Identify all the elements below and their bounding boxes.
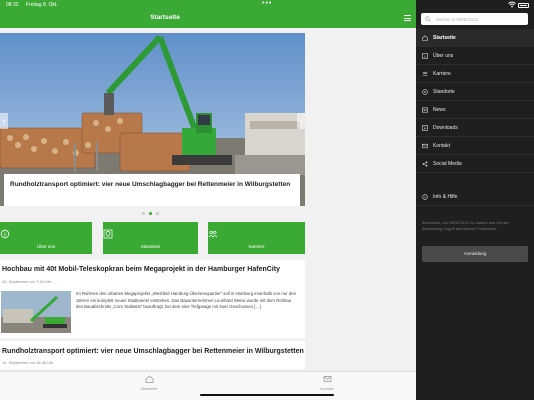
menu-item-label: News [433, 107, 446, 113]
battery-icon [518, 3, 529, 8]
location-icon [103, 229, 113, 239]
info-icon [422, 53, 428, 59]
login-button[interactable]: Anmeldung [422, 246, 528, 262]
menu-item-startseite[interactable]: Startseite [416, 29, 534, 47]
menu-item-kontakt[interactable]: Kontakt [416, 137, 534, 155]
menu-item-label: Standorte [433, 89, 455, 95]
carousel-pagination [142, 212, 164, 216]
menu-item-label: Social Media [433, 161, 462, 167]
news-article[interactable]: Hochbau mit 40t Mobil-Teleskopkran beim … [0, 260, 305, 338]
menu-item-downloads[interactable]: Downloads [416, 119, 534, 137]
menu-item-label: Startseite [433, 35, 456, 41]
carousel-prev-arrow[interactable]: ‹ [0, 113, 8, 129]
people-icon [208, 230, 218, 238]
hero-caption[interactable]: Rundholztransport optimiert: vier neue U… [4, 174, 300, 206]
search-icon [425, 16, 431, 22]
info-icon [0, 229, 10, 239]
home-icon [422, 35, 428, 41]
menu-item-news[interactable]: News [416, 101, 534, 119]
search-placeholder: Suchen in SENCOCO [436, 17, 479, 22]
side-menu: Suchen in SENCOCO Startseite Über uns Ka… [416, 0, 534, 400]
social-icon [422, 161, 428, 167]
tab-label: Kontakt [320, 386, 334, 391]
carousel-dot[interactable] [142, 212, 145, 215]
home-icon [145, 375, 153, 383]
article-title[interactable]: Rundholztransport optimiert: vier neue U… [2, 348, 304, 355]
page-title: Startseite [150, 14, 180, 21]
menu-item-social-media[interactable]: Social Media [416, 155, 534, 173]
main-content: Startseite ‹ › Rundholztransport optimie… [0, 0, 416, 400]
download-icon [422, 125, 428, 131]
carousel-next-arrow[interactable]: › [297, 113, 305, 129]
status-time: 08:32 [6, 2, 19, 8]
news-article[interactable]: Rundholztransport optimiert: vier neue U… [0, 341, 305, 369]
quick-link-ueber-uns[interactable]: Über uns [0, 222, 92, 254]
status-date: Freitag 8. Okt. [26, 2, 58, 8]
menu-item-label: Kontakt [433, 143, 450, 149]
home-indicator[interactable] [200, 394, 334, 396]
carousel-dot[interactable] [149, 212, 152, 215]
menu-item-label: Karriere [433, 71, 451, 77]
menu-item-label: Info & Hilfe [433, 194, 458, 200]
wifi-icon [508, 1, 516, 8]
search-input[interactable]: Suchen in SENCOCO [421, 13, 528, 25]
article-date: 14. September um 16:48 Uhr [2, 360, 54, 365]
mail-icon [323, 376, 331, 382]
article-title[interactable]: Hochbau mit 40t Mobil-Teleskopkran beim … [2, 266, 280, 273]
article-date: 28. September um 7:43 Uhr [2, 279, 52, 284]
quick-link-label: Über uns [36, 244, 56, 249]
tab-startseite[interactable]: Startseite [129, 375, 169, 391]
hero-carousel[interactable]: ‹ › Rundholztransport optimiert: vier ne… [0, 33, 305, 206]
tab-label: Startseite [140, 386, 158, 391]
menu-item-label: Downloads [433, 125, 458, 131]
quick-link-karriere[interactable]: Karriere [208, 222, 305, 254]
login-note: Anmelden, um SENCOCO zu nutzen und bei d… [422, 220, 509, 232]
menu-item-ueber-uns[interactable]: Über uns [416, 47, 534, 65]
quick-link-label: Standorte [140, 244, 161, 249]
hamburger-menu-icon[interactable] [404, 15, 411, 21]
menu-item-karriere[interactable]: Karriere [416, 65, 534, 83]
mail-icon [422, 143, 428, 149]
menu-item-standorte[interactable]: Standorte [416, 83, 534, 101]
news-icon [422, 107, 428, 113]
carousel-dot[interactable] [156, 212, 159, 215]
people-icon [422, 71, 428, 77]
menu-item-label: Über uns [433, 53, 454, 59]
article-excerpt: Im Rahmen des urbanen Megaprojekts „West… [76, 291, 296, 310]
menu-item-info-hilfe[interactable]: Info & Hilfe [416, 188, 534, 206]
quick-link-standorte[interactable]: Standorte [103, 222, 198, 254]
quick-link-label: Karriere [248, 244, 265, 249]
tab-kontakt[interactable]: Kontakt [307, 375, 347, 391]
help-icon [422, 194, 428, 200]
multitasking-dots-icon[interactable]: ••• [262, 0, 284, 7]
article-thumbnail[interactable] [1, 291, 71, 333]
location-icon [422, 89, 428, 95]
status-bar: 08:32 Freitag 8. Okt. ••• [0, 0, 534, 10]
